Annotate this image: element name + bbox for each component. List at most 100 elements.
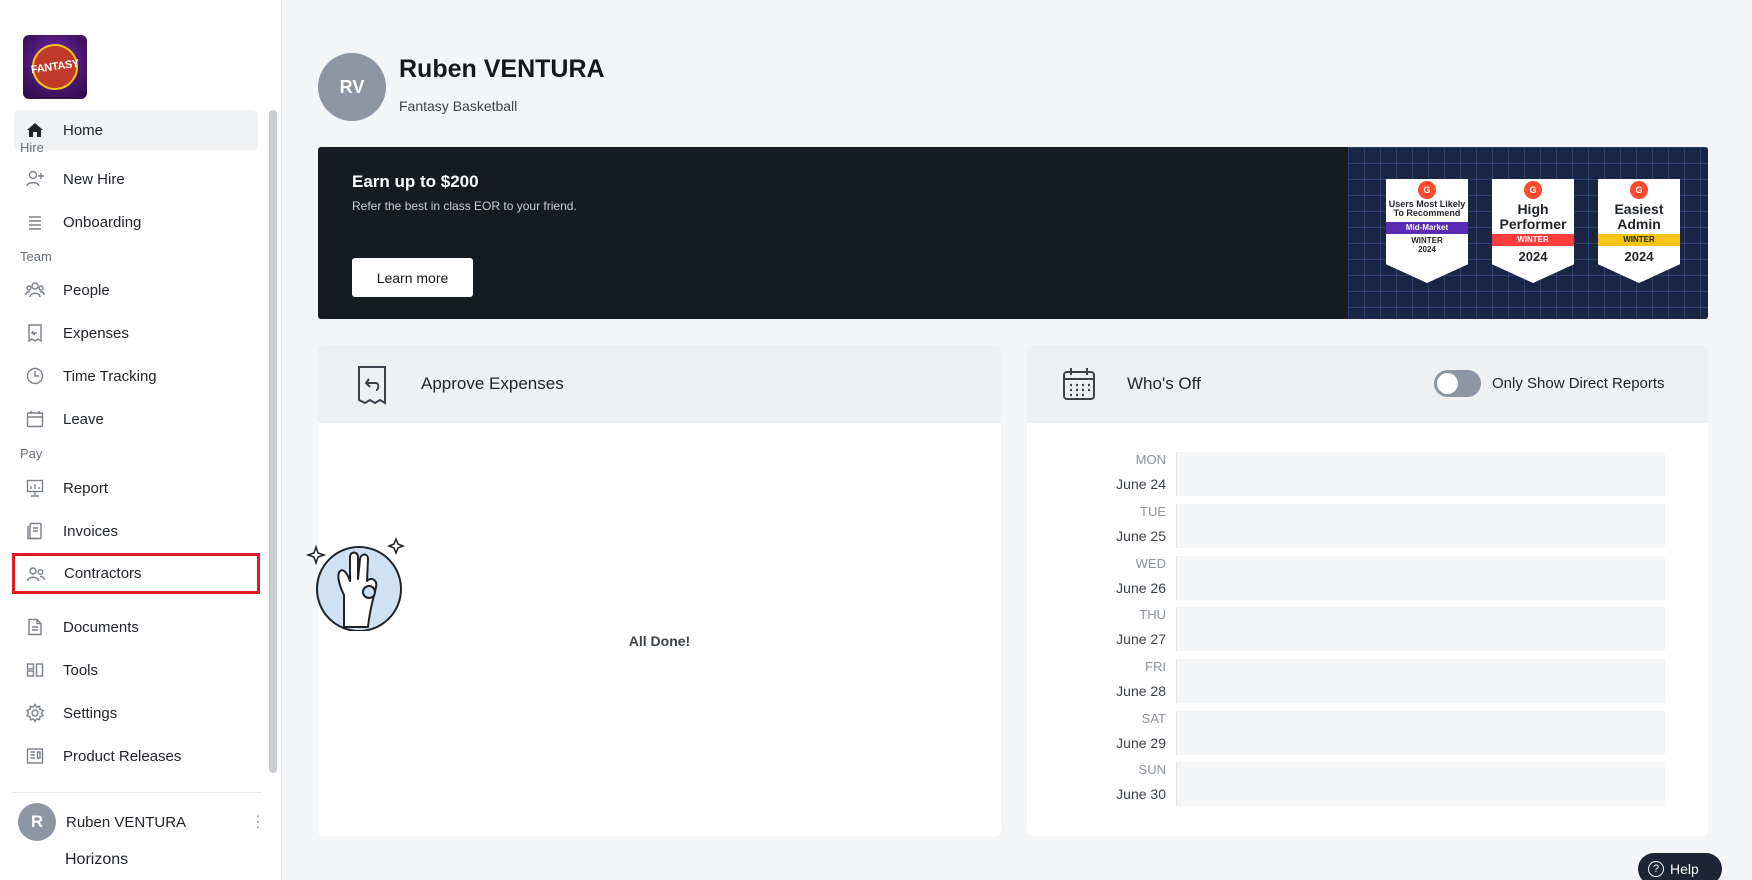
- day-date: June 27: [1116, 631, 1166, 647]
- g2-logo-icon: G: [1418, 181, 1436, 199]
- day-label: FRI June 28: [1026, 659, 1166, 705]
- badge-ribbon: WINTER: [1492, 234, 1574, 247]
- day-date: June 28: [1116, 683, 1166, 699]
- card-title: Approve Expenses: [421, 374, 564, 393]
- card-header: Approve Expenses: [318, 345, 1001, 423]
- learn-more-button[interactable]: Learn more: [352, 258, 473, 297]
- g2-logo-icon: G: [1630, 181, 1648, 199]
- calendar-icon: [24, 408, 46, 430]
- day-label: MON June 24: [1026, 452, 1166, 498]
- receipt-icon: [24, 322, 46, 344]
- user-menu[interactable]: R Ruben VENTURA ⋮: [18, 802, 266, 842]
- day-of-week: SUN: [1138, 762, 1166, 777]
- badge-title: Easiest Admin: [1614, 201, 1664, 232]
- sidebar-item-tools[interactable]: Tools: [14, 650, 258, 690]
- sidebar-item-label: Documents: [63, 618, 139, 636]
- receipt-icon: [356, 365, 392, 405]
- badge-grid-background: G Users Most Likely To Recommend Mid-Mar…: [1348, 147, 1708, 319]
- sidebar-item-label: Product Releases: [63, 747, 182, 765]
- user-name: Ruben VENTURA: [66, 813, 187, 831]
- invoice-icon: [24, 520, 46, 542]
- badge-ribbon: Mid-Market: [1386, 221, 1468, 234]
- sidebar-item-label: Settings: [63, 704, 118, 722]
- toggle-knob: [1437, 373, 1458, 394]
- help-label: Help: [1670, 861, 1699, 877]
- sidebar: FANTASY Home Hire New Hire Onboarding Te…: [0, 0, 282, 880]
- sidebar-item-label: Contractors: [64, 565, 142, 582]
- question-icon: ?: [1648, 861, 1664, 877]
- badge-year: 2024: [1624, 249, 1654, 265]
- day-date: June 26: [1116, 580, 1166, 596]
- sidebar-item-label: Invoices: [63, 522, 119, 540]
- sidebar-divider: [12, 792, 262, 793]
- day-row: [1176, 504, 1665, 548]
- profile-avatar: RV: [318, 53, 386, 121]
- approve-expenses-card: Approve Expenses: [318, 345, 1001, 836]
- user-plus-icon: [24, 168, 46, 190]
- sidebar-item-report[interactable]: Report: [14, 468, 258, 508]
- toggle-label: Only Show Direct Reports: [1492, 375, 1665, 392]
- sidebar-item-label: Tools: [63, 661, 99, 679]
- sidebar-item-label: Onboarding: [63, 213, 142, 231]
- day-date: June 25: [1116, 528, 1166, 544]
- calendar-icon: [1062, 367, 1098, 407]
- sidebar-item-new-hire[interactable]: New Hire: [14, 159, 258, 199]
- day-of-week: WED: [1135, 556, 1166, 571]
- sidebar-item-people[interactable]: People: [14, 270, 258, 310]
- sidebar-item-home[interactable]: Home: [14, 110, 258, 150]
- badge-title: Users Most Likely To Recommend: [1388, 199, 1466, 219]
- g2-badge-users-most-likely: G Users Most Likely To Recommend Mid-Mar…: [1386, 179, 1468, 283]
- sidebar-item-contractors[interactable]: Contractors: [12, 553, 260, 594]
- nav-section-team: Team: [20, 249, 52, 264]
- empty-state-text: All Done!: [628, 633, 691, 649]
- sidebar-item-product-releases[interactable]: Product Releases: [14, 736, 258, 776]
- home-icon: [24, 119, 46, 141]
- day-label: SUN June 30: [1026, 762, 1166, 808]
- day-row: [1176, 607, 1665, 651]
- day-of-week: THU: [1139, 607, 1166, 622]
- sidebar-item-onboarding[interactable]: Onboarding: [14, 202, 258, 242]
- organization-name[interactable]: Horizons: [65, 851, 128, 869]
- tools-icon: [24, 659, 46, 681]
- g2-logo-icon: G: [1524, 181, 1542, 199]
- document-icon: [24, 616, 46, 638]
- sidebar-item-expenses[interactable]: Expenses: [14, 313, 258, 353]
- sidebar-item-label: Home: [63, 121, 104, 139]
- day-row: [1176, 452, 1665, 496]
- logo-text: FANTASY: [29, 41, 81, 93]
- sidebar-item-leave[interactable]: Leave: [14, 399, 258, 439]
- banner-title: Earn up to $200: [352, 172, 479, 191]
- day-of-week: SAT: [1141, 711, 1166, 726]
- day-label: WED June 26: [1026, 556, 1166, 602]
- releases-icon: [24, 745, 46, 767]
- sidebar-scrollbar[interactable]: [269, 110, 277, 773]
- nav-section-hire: Hire: [20, 140, 44, 155]
- referral-banner: Earn up to $200 Refer the best in class …: [318, 147, 1708, 319]
- day-label: TUE June 25: [1026, 504, 1166, 550]
- day-date: June 29: [1116, 735, 1166, 751]
- day-row: [1176, 762, 1665, 806]
- direct-reports-toggle[interactable]: [1434, 370, 1481, 397]
- badge-year: 2024: [1518, 249, 1548, 265]
- day-row: [1176, 659, 1665, 703]
- day-of-week: TUE: [1140, 504, 1166, 519]
- badge-year: 2024: [1418, 244, 1436, 254]
- badge-season: WINTER: [1411, 235, 1443, 245]
- company-logo[interactable]: FANTASY: [23, 35, 87, 99]
- sidebar-nav: Home Hire New Hire Onboarding Team Peopl…: [12, 110, 260, 800]
- sidebar-item-settings[interactable]: Settings: [14, 693, 258, 733]
- help-button[interactable]: ? Help: [1638, 853, 1722, 880]
- banner-subtitle: Refer the best in class EOR to your frie…: [352, 199, 577, 213]
- sidebar-item-label: People: [63, 281, 110, 299]
- sidebar-item-documents[interactable]: Documents: [14, 607, 258, 647]
- g2-badge-high-performer: G High Performer WINTER 2024: [1492, 179, 1574, 283]
- sidebar-item-invoices[interactable]: Invoices: [14, 511, 258, 551]
- gear-icon: [24, 702, 46, 724]
- sidebar-item-label: Leave: [63, 410, 104, 428]
- day-row: [1176, 556, 1665, 600]
- g2-badge-easiest-admin: G Easiest Admin WINTER 2024: [1598, 179, 1680, 283]
- badge-ribbon: WINTER: [1598, 234, 1680, 247]
- sidebar-item-time-tracking[interactable]: Time Tracking: [14, 356, 258, 396]
- more-vertical-icon[interactable]: ⋮: [250, 812, 266, 832]
- company-name: Fantasy Basketball: [399, 98, 518, 114]
